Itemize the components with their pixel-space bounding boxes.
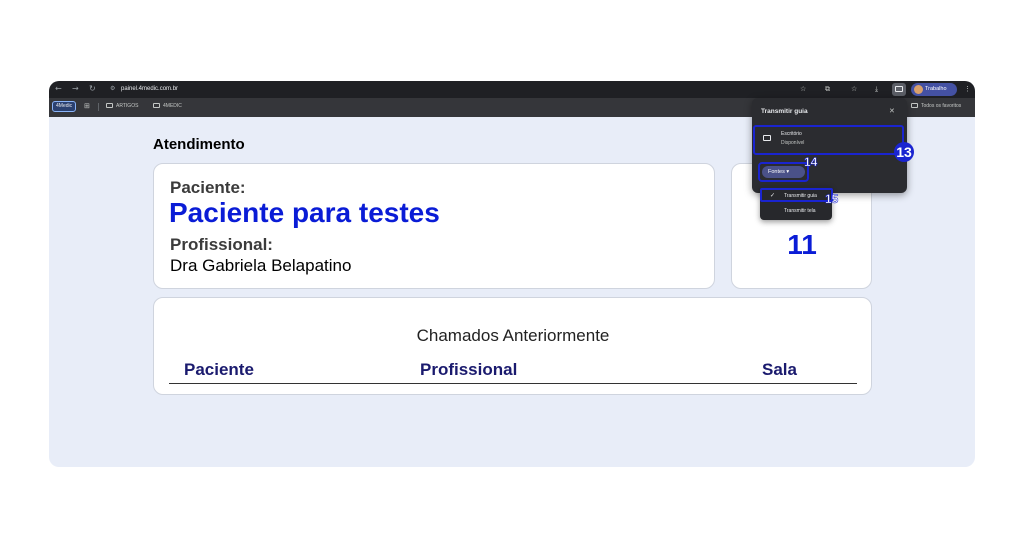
- history-col-sala: Sala: [762, 360, 797, 379]
- menu-item-cast-screen[interactable]: Transmitir tela: [784, 206, 816, 216]
- menu-item-label: Transmitir guia: [784, 193, 817, 199]
- folder-icon: [153, 103, 160, 108]
- download-icon[interactable]: ⤓: [875, 84, 878, 95]
- bookmark-label: Todos os favoritos: [921, 103, 962, 109]
- address-bar: ← → ↻ painel.4medic.com.br ⚙ ☆ ⧉ ☆ ⤓ Tra…: [49, 81, 975, 98]
- history-col-profissional: Profissional: [420, 360, 518, 379]
- forward-icon[interactable]: →: [72, 83, 79, 95]
- divider: [98, 103, 99, 111]
- browser-window: ← → ↻ painel.4medic.com.br ⚙ ☆ ⧉ ☆ ⤓ Tra…: [49, 81, 975, 467]
- menu-dots-icon[interactable]: ⋮: [964, 84, 971, 95]
- profile-label: Trabalho: [925, 86, 947, 92]
- profile-button[interactable]: Trabalho: [911, 83, 957, 96]
- all-favorites-folder[interactable]: Todos os favoritos: [911, 101, 961, 112]
- device-name: Escritório: [781, 131, 802, 137]
- divider: [169, 383, 857, 384]
- cast-popup: Transmitir guia ✕ Escritório Disponível …: [752, 98, 914, 193]
- bookmark-label: ARTIGOS: [116, 103, 139, 109]
- menu-item-cast-tab[interactable]: ✓ Transmitir guia: [760, 188, 833, 202]
- bookmark-folder-artigos[interactable]: ARTIGOS: [106, 101, 138, 112]
- reload-icon[interactable]: ↻: [89, 83, 96, 95]
- popup-title: Transmitir guia: [761, 108, 808, 115]
- close-icon[interactable]: ✕: [889, 107, 895, 115]
- bookmark-label: 4MEDIC: [163, 103, 182, 109]
- annotation-badge-15: 15: [825, 192, 839, 207]
- url-text[interactable]: painel.4medic.com.br: [121, 84, 178, 95]
- annotation-badge-14: 14: [804, 155, 818, 170]
- sources-menu: ✓ Transmitir guia Transmitir tela: [760, 186, 833, 220]
- history-card: Chamados Anteriormente Paciente Profissi…: [153, 297, 872, 395]
- folder-icon: [106, 103, 113, 108]
- sources-label: Fontes: [768, 169, 785, 175]
- check-icon: ✓: [770, 193, 776, 199]
- chevron-down-icon: ▾: [786, 169, 790, 175]
- professional-name: Dra Gabriela Belapatino: [170, 256, 352, 275]
- avatar: [914, 85, 923, 94]
- patient-card: Paciente: Paciente para testes Profissio…: [153, 163, 715, 289]
- cast-icon[interactable]: [892, 83, 906, 96]
- annotation-badge-13: 13: [894, 142, 914, 162]
- site-info-icon[interactable]: ⚙: [110, 84, 115, 95]
- bookmark-4medic-badge[interactable]: 4Medic: [52, 101, 77, 112]
- sources-dropdown-button[interactable]: Fontes ▾: [758, 162, 809, 182]
- bookmark-star-icon[interactable]: ☆: [800, 84, 806, 95]
- device-status: Disponível: [781, 140, 805, 146]
- star-list-icon[interactable]: ☆: [851, 84, 857, 95]
- folder-icon: [911, 103, 918, 108]
- extensions-icon[interactable]: ⧉: [825, 84, 830, 95]
- patient-label: Paciente:: [170, 178, 246, 197]
- cast-device-item[interactable]: Escritório Disponível: [753, 125, 904, 155]
- history-col-paciente: Paciente: [184, 360, 254, 379]
- room-number: 11: [787, 229, 817, 260]
- patient-name: Paciente para testes: [169, 197, 440, 228]
- back-icon[interactable]: ←: [55, 83, 62, 95]
- apps-grid-icon[interactable]: ⊞: [84, 101, 90, 112]
- history-title: Chamados Anteriormente: [416, 326, 610, 345]
- bookmark-folder-4medic[interactable]: 4MEDIC: [153, 101, 182, 112]
- page-title: Atendimento: [153, 136, 245, 153]
- monitor-icon: [763, 135, 771, 141]
- professional-label: Profissional:: [170, 235, 273, 254]
